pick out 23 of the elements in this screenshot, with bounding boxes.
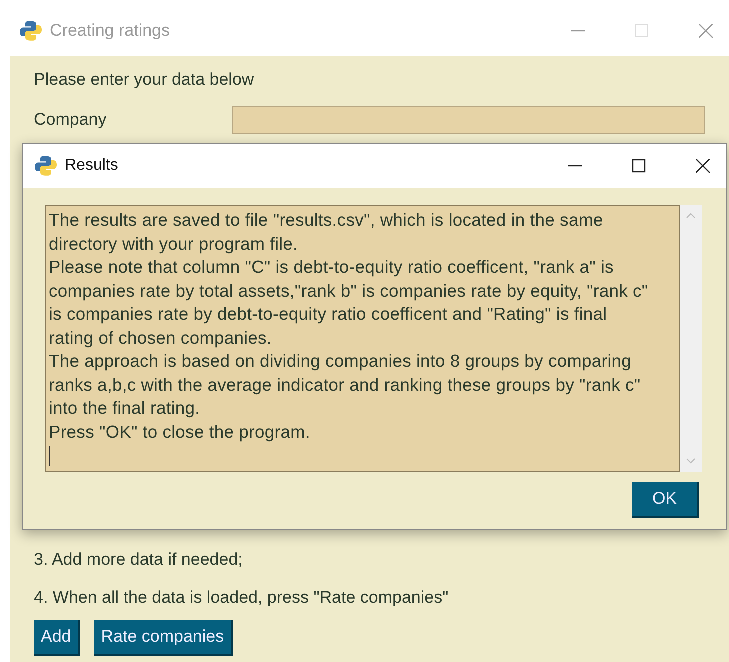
action-button[interactable]: Add bbox=[34, 620, 80, 656]
results-text-area[interactable] bbox=[45, 205, 680, 472]
text-cursor bbox=[49, 446, 50, 466]
maximize-icon[interactable] bbox=[632, 159, 646, 173]
scroll-down-icon[interactable] bbox=[686, 458, 696, 464]
company-field[interactable] bbox=[232, 106, 705, 134]
ok-button[interactable]: OK bbox=[632, 482, 699, 518]
dialog-title: Results bbox=[65, 157, 118, 175]
results-paragraph: The results are saved to file "results.csv", which is located in the same directory with your program file. bbox=[49, 209, 604, 256]
form-heading: Please enter your data below bbox=[34, 70, 256, 90]
close-icon[interactable] bbox=[696, 159, 710, 173]
results-paragraph: The approach is based on dividing companies into 8 groups by comparing ranks a,b,c with the average indicator and ranking these groups by "rank c" into the final rating. bbox=[49, 350, 642, 420]
company-label: Company bbox=[34, 110, 108, 130]
window-title: Creating ratings bbox=[50, 21, 170, 41]
action-button[interactable]: Rate companies bbox=[94, 620, 234, 656]
results-paragraph: Please note that column "C" is debt-to-equity ratio coefficent, "rank a" is companies rate by total assets,"rank b" is companies rate by equity, "rank c" is companies rate by debt-to-equity ratio coefficent and "Rating" is final rating of chosen companies. bbox=[49, 256, 650, 350]
instruction-text: 3. Add more data if needed; bbox=[34, 550, 244, 570]
scroll-up-icon[interactable] bbox=[686, 213, 696, 219]
python-logo-icon bbox=[20, 20, 42, 42]
instruction-text: 4. When all the data is loaded, press "Rate companies" bbox=[34, 588, 450, 608]
results-paragraph: Press "OK" to close the program. bbox=[49, 420, 312, 444]
python-logo-icon bbox=[35, 155, 57, 177]
scrollbar[interactable] bbox=[680, 205, 702, 472]
